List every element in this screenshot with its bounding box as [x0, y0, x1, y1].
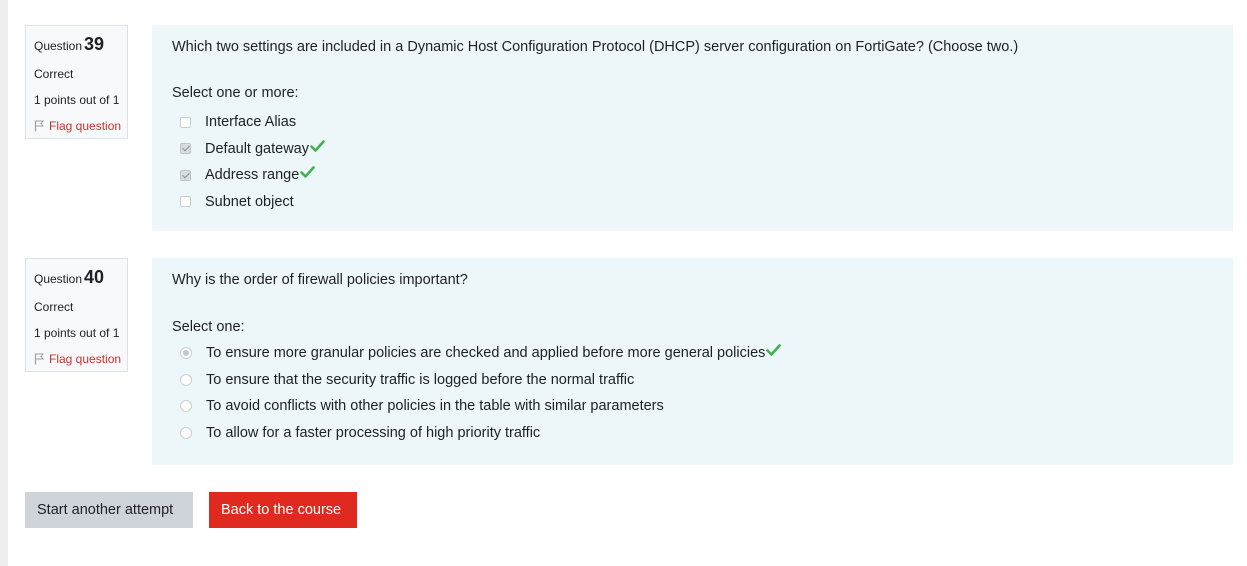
- question-text: Why is the order of firewall policies im…: [172, 272, 468, 288]
- answer-checkbox[interactable]: [180, 116, 191, 128]
- answer-label: To avoid conflicts with other policies i…: [206, 398, 664, 415]
- question-label: Question: [34, 272, 83, 286]
- answer-list: Interface Alias Default gateway Address …: [180, 109, 325, 215]
- answer-option[interactable]: Interface Alias: [180, 109, 325, 136]
- question-text: Which two settings are included in a Dyn…: [172, 39, 1019, 55]
- answer-label: Subnet object: [205, 193, 294, 210]
- answer-radio[interactable]: [180, 373, 192, 386]
- answer-label: Address range: [205, 167, 300, 184]
- answer-option[interactable]: To ensure more granular policies are che…: [180, 340, 782, 367]
- question-label: Question: [34, 39, 83, 53]
- answer-radio[interactable]: [180, 347, 192, 360]
- answer-list: To ensure more granular policies are che…: [180, 340, 782, 447]
- answer-label: To ensure that the security traffic is l…: [206, 371, 635, 388]
- question-info-40: Question 40 Correct 1 points out of 1 Fla…: [25, 258, 128, 372]
- correct-check-icon: [766, 344, 782, 357]
- question-number-value: 40: [84, 267, 105, 287]
- answer-radio[interactable]: [180, 426, 192, 439]
- answer-option[interactable]: To ensure that the security traffic is l…: [180, 367, 781, 394]
- flag-question-label: Flag question: [49, 352, 122, 366]
- flag-question-link[interactable]: Flag question: [34, 119, 127, 133]
- question-40: Question 40 Correct 1 points out of 1 Fla…: [25, 258, 1233, 465]
- answer-label: Interface Alias: [205, 114, 297, 131]
- flag-question-label: Flag question: [49, 119, 122, 133]
- question-info-39: Question 39 Correct 1 points out of 1 Fla…: [25, 25, 128, 139]
- back-to-course-button[interactable]: Back to the course: [209, 492, 357, 528]
- answer-prompt: Select one:: [172, 319, 245, 335]
- answer-option[interactable]: To avoid conflicts with other policies i…: [180, 393, 781, 420]
- answer-prompt: Select one or more:: [172, 85, 299, 101]
- question-content-40: Why is the order of firewall policies im…: [152, 258, 1233, 465]
- answer-option[interactable]: Default gateway: [180, 136, 325, 163]
- correct-check-icon: [310, 139, 325, 152]
- answer-label: To ensure more granular policies are che…: [206, 345, 766, 362]
- question-39: Question 39 Correct 1 points out of 1 Fla…: [25, 25, 1233, 231]
- flag-icon: [34, 353, 45, 365]
- answer-label: To allow for a faster processing of high…: [206, 424, 541, 441]
- flag-icon: [34, 120, 45, 132]
- answer-checkbox[interactable]: [180, 169, 191, 181]
- question-content-39: Which two settings are included in a Dyn…: [152, 25, 1233, 231]
- question-status: Correct: [34, 300, 74, 314]
- question-number: Question 40: [34, 268, 127, 288]
- answer-radio[interactable]: [180, 400, 192, 413]
- correct-check-icon: [300, 166, 316, 179]
- start-another-attempt-button[interactable]: Start another attempt: [25, 492, 193, 528]
- answer-option[interactable]: To allow for a faster processing of high…: [180, 420, 781, 447]
- question-number-value: 39: [84, 34, 105, 54]
- left-page-strip: [0, 0, 8, 566]
- question-status: Correct: [34, 67, 74, 81]
- question-grade: 1 points out of 1: [34, 326, 120, 340]
- answer-checkbox[interactable]: [180, 143, 191, 155]
- question-grade: 1 points out of 1: [34, 93, 120, 107]
- question-number: Question 39: [34, 35, 127, 55]
- answer-option[interactable]: Address range: [180, 162, 325, 189]
- flag-question-link[interactable]: Flag question: [34, 352, 127, 366]
- answer-label: Default gateway: [205, 140, 309, 157]
- answer-option[interactable]: Subnet object: [180, 189, 325, 216]
- answer-checkbox[interactable]: [180, 196, 191, 208]
